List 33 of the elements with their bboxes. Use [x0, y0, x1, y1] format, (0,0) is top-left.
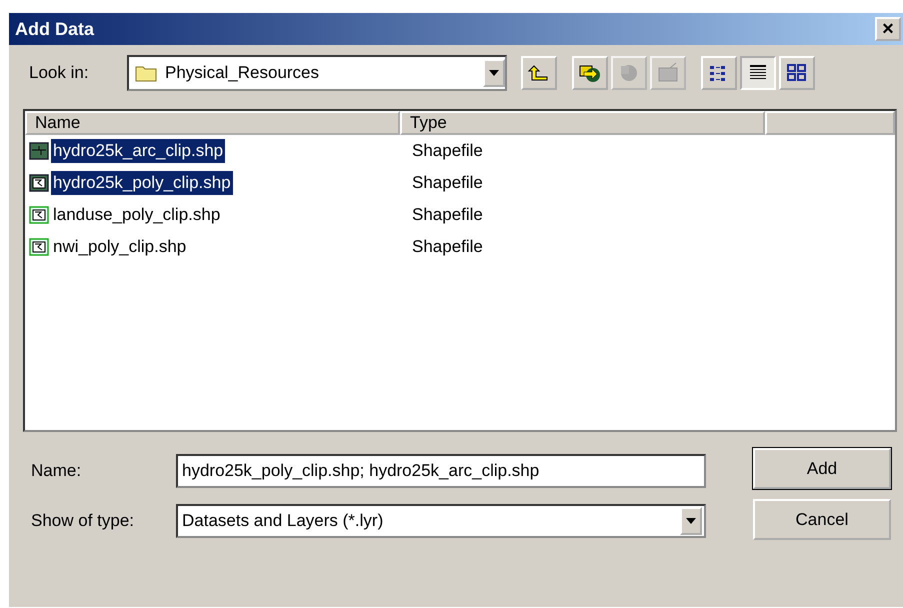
file-name[interactable]: landuse_poly_clip.shp [51, 203, 222, 227]
name-field[interactable]: hydro25k_poly_clip.shp; hydro25k_arc_clip.shp [176, 454, 706, 488]
add-button[interactable]: Add [753, 448, 891, 489]
file-type: Shapefile [411, 141, 484, 161]
polygon-layer-icon [29, 206, 49, 224]
list-button[interactable] [701, 56, 737, 90]
up-button[interactable] [521, 56, 557, 90]
connect-button[interactable] [572, 56, 608, 90]
close-button[interactable]: × [875, 17, 901, 41]
column-header[interactable]: Type [400, 111, 765, 135]
monitor-icon [656, 62, 680, 84]
name-label: Name: [31, 461, 82, 481]
file-type: Shapefile [411, 205, 484, 225]
folder-name: Physical_Resources [165, 63, 320, 83]
thumbnails-view-icon [785, 62, 809, 84]
details-button[interactable] [740, 56, 776, 90]
thumbnails-button[interactable] [779, 56, 815, 90]
file-type: Shapefile [411, 237, 484, 257]
file-name[interactable]: hydro25k_poly_clip.shp [51, 171, 233, 195]
look-in-label: Look in: [29, 63, 90, 83]
polygon-layer-icon [29, 238, 49, 256]
column-header[interactable]: Name [25, 111, 400, 135]
polygon-layer-icon [29, 174, 49, 192]
type-dropdown[interactable]: Datasets and Layers (*.lyr) [176, 504, 706, 538]
file-type: Shapefile [411, 173, 484, 193]
folder-icon [135, 64, 157, 82]
file-name[interactable]: nwi_poly_clip.shp [51, 235, 188, 259]
line-layer-icon [29, 142, 49, 160]
file-name[interactable]: hydro25k_arc_clip.shp [51, 139, 226, 163]
type-label: Show of type: [31, 511, 136, 531]
cancel-button[interactable]: Cancel [753, 499, 891, 540]
look-in-dropdown[interactable]: Physical_Resources [127, 55, 507, 91]
window-title: Add Data [15, 18, 94, 40]
